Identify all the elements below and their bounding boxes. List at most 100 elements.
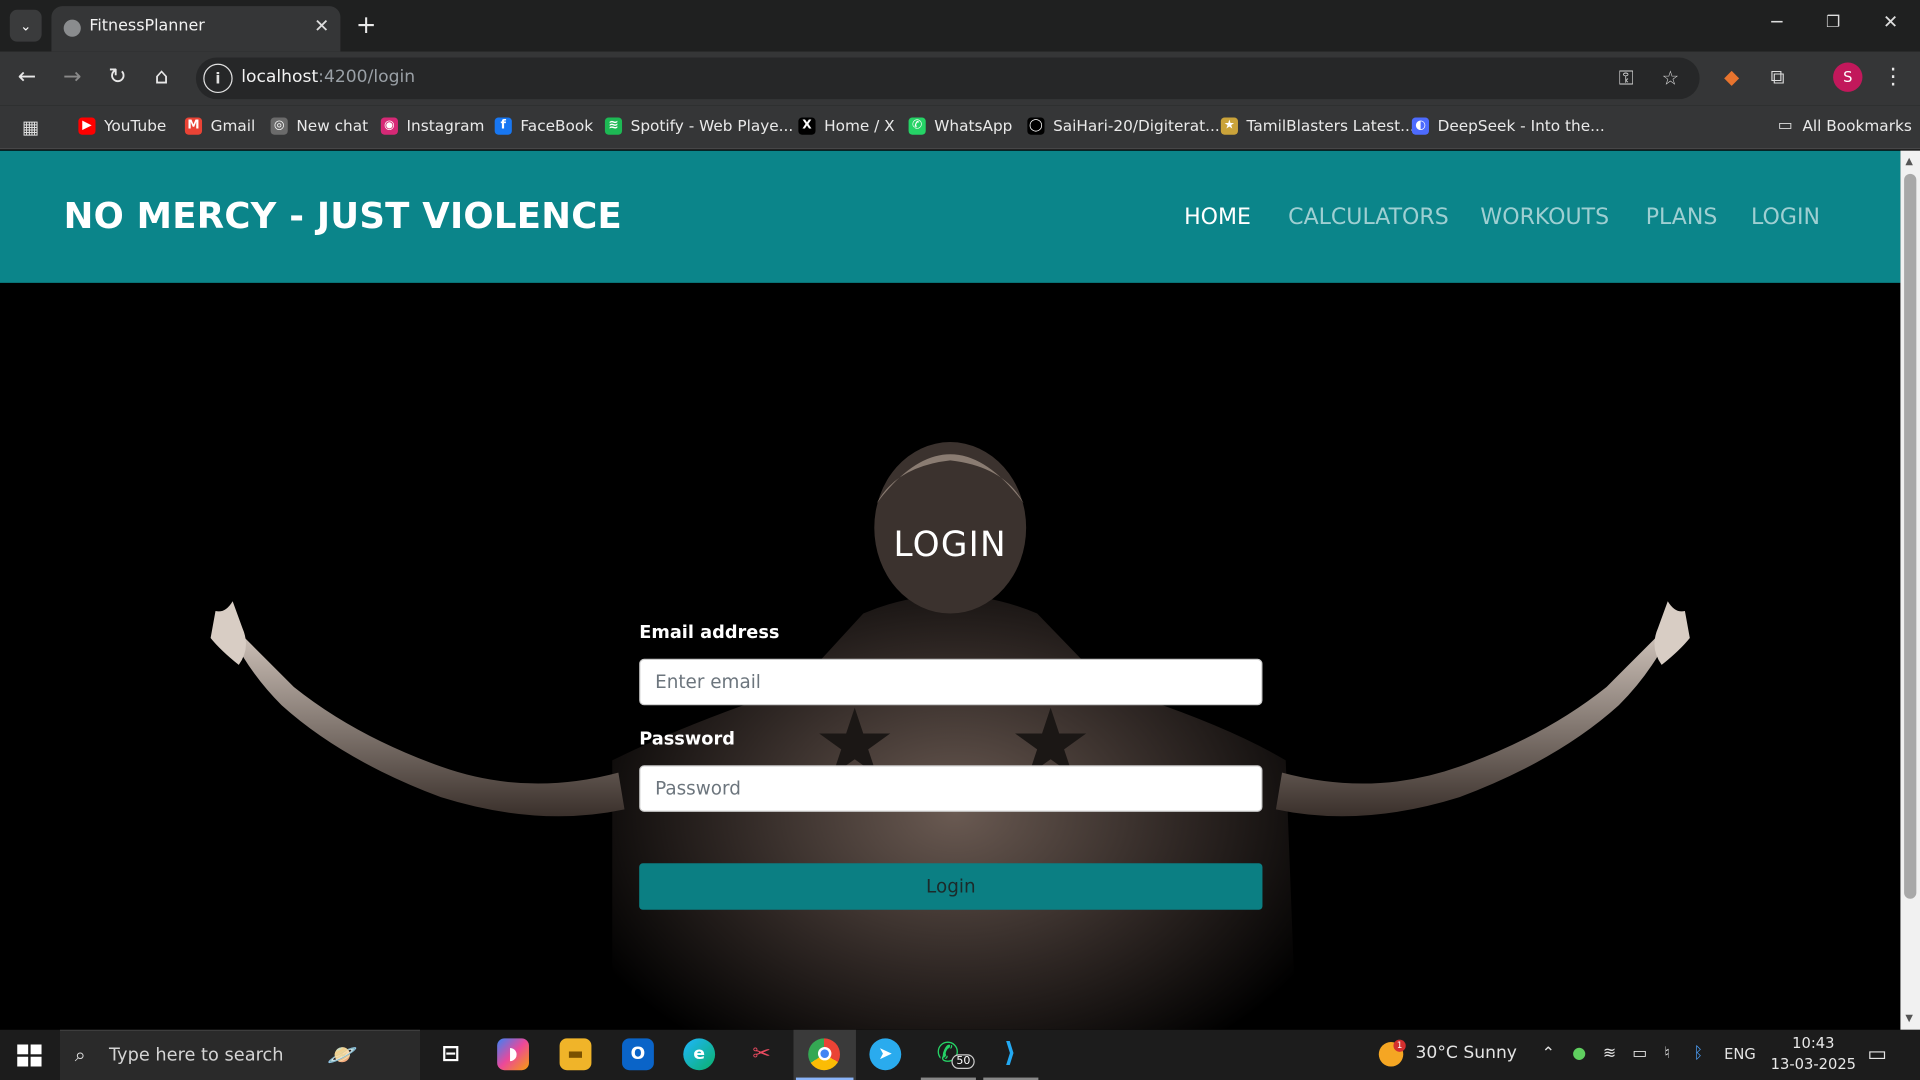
tray-app-icon[interactable]: ● <box>1572 1044 1586 1062</box>
tab-title: FitnessPlanner <box>89 17 205 36</box>
edge-icon[interactable]: e <box>683 1038 716 1071</box>
bookmark-label: New chat <box>296 116 369 135</box>
bookmark-item[interactable]: M Gmail <box>184 116 255 135</box>
home-icon[interactable]: ⌂ <box>147 64 176 90</box>
windows-start-icon[interactable] <box>17 1044 42 1067</box>
bookmark-label: DeepSeek - Into the... <box>1437 116 1605 135</box>
notification-center-icon[interactable]: ▭ <box>1867 1042 1887 1066</box>
bookmark-label: FaceBook <box>520 116 594 135</box>
bookmark-item[interactable]: X Home / X <box>798 116 895 135</box>
web-page: NO MERCY - JUST VIOLENCE HOME CALCULATOR… <box>0 150 1901 1030</box>
bookmark-item[interactable]: ≋ Spotify - Web Playe... <box>604 116 793 135</box>
nav-login[interactable]: LOGIN <box>1751 204 1820 230</box>
tab-close-icon[interactable]: ✕ <box>314 15 329 37</box>
nav-home[interactable]: HOME <box>1184 204 1251 230</box>
scroll-down-arrow-icon[interactable]: ▼ <box>1905 1013 1913 1024</box>
bookmark-favicon-icon: X <box>798 116 816 135</box>
hero-background <box>0 283 1900 1030</box>
minimize-icon[interactable]: ─ <box>1762 11 1791 33</box>
system-clock[interactable]: 10:43 13-03-2025 <box>1771 1033 1856 1075</box>
bookmark-item[interactable]: ★ TamilBlasters Latest... <box>1220 116 1415 135</box>
email-label: Email address <box>639 623 780 643</box>
nav-workouts[interactable]: WORKOUTS <box>1480 204 1609 230</box>
battery-icon[interactable]: ▭ <box>1632 1044 1647 1062</box>
nav-calculators[interactable]: CALCULATORS <box>1288 204 1449 230</box>
new-tab-plus-icon[interactable]: + <box>353 10 380 39</box>
bookmark-favicon-icon: ≋ <box>604 116 623 135</box>
language-indicator[interactable]: ENG <box>1724 1046 1756 1063</box>
back-arrow-icon[interactable]: ← <box>12 64 41 90</box>
login-button[interactable]: Login <box>639 863 1263 910</box>
outlook-icon[interactable]: O <box>622 1038 654 1071</box>
tray-chevron-up-icon[interactable]: ⌃ <box>1542 1044 1555 1062</box>
reload-icon[interactable]: ↻ <box>103 64 132 90</box>
bookmark-label: YouTube <box>104 116 167 135</box>
password-field[interactable]: Password <box>639 765 1263 812</box>
search-icon: ⌕ <box>74 1043 86 1067</box>
weather-alert-badge: 1 <box>1393 1039 1406 1052</box>
file-explorer-icon[interactable]: ▬ <box>559 1038 592 1071</box>
browser-tab[interactable]: FitnessPlanner ✕ <box>51 6 341 52</box>
apps-grid-icon[interactable]: ▦ <box>22 116 39 138</box>
scroll-up-arrow-icon[interactable]: ▲ <box>1905 156 1913 167</box>
search-highlight-planet-icon: 🪐 <box>326 1039 358 1069</box>
extensions-puzzle-icon[interactable]: ⧉ <box>1771 65 1785 89</box>
bookmark-label: WhatsApp <box>934 116 1013 135</box>
clock-time: 10:43 <box>1792 1034 1835 1052</box>
email-field[interactable]: Enter email <box>639 658 1263 706</box>
tab-strip: ⌄ FitnessPlanner ✕ + ─ ❐ ✕ <box>0 0 1920 52</box>
vscode-icon[interactable]: ⟩ <box>994 1038 1026 1070</box>
bluetooth-icon[interactable]: ᛒ <box>1693 1044 1703 1062</box>
bookmark-favicon-icon: ◯ <box>1027 116 1045 135</box>
browser-toolbar: ← → ↻ ⌂ i localhost:4200/login ⚿ ☆ ◆ ⧉ S… <box>0 51 1920 106</box>
chrome-icon[interactable] <box>808 1038 841 1071</box>
url-host: localhost <box>241 67 319 87</box>
whatsapp-badge: 50 <box>951 1054 976 1069</box>
folder-icon: ▭ <box>1777 115 1793 135</box>
bookmark-favicon-icon: ◎ <box>270 116 288 135</box>
forward-arrow-icon[interactable]: → <box>58 64 87 90</box>
taskbar-search-placeholder: Type here to search <box>108 1045 284 1066</box>
all-bookmarks-folder[interactable]: ▭ All Bookmarks <box>1777 116 1912 134</box>
window-close-icon[interactable]: ✕ <box>1876 11 1905 33</box>
site-brand[interactable]: NO MERCY - JUST VIOLENCE <box>64 195 622 237</box>
telegram-icon[interactable]: ➤ <box>869 1038 902 1071</box>
bookmark-item[interactable]: ◎ New chat <box>270 116 369 135</box>
extension-fox-icon[interactable]: ◆ <box>1724 65 1739 88</box>
profile-avatar[interactable]: S <box>1833 62 1863 92</box>
login-title: LOGIN <box>893 524 1007 565</box>
bookmark-item[interactable]: f FaceBook <box>494 116 594 135</box>
weather-text[interactable]: 30°C Sunny <box>1416 1043 1517 1063</box>
microphone-icon[interactable]: ♮ <box>1664 1044 1670 1062</box>
restore-icon[interactable]: ❐ <box>1818 13 1847 31</box>
menu-kebab-icon[interactable]: ⋮ <box>1878 64 1907 90</box>
bookmark-favicon-icon: ✆ <box>908 116 926 135</box>
bookmark-item[interactable]: ✆ WhatsApp <box>908 116 1013 135</box>
bookmark-favicon-icon: ★ <box>1220 116 1238 135</box>
bookmark-item[interactable]: ▶ YouTube <box>78 116 167 135</box>
task-view-icon[interactable]: ⊟ <box>435 1038 467 1070</box>
snipping-tool-icon[interactable]: ✂ <box>746 1038 778 1070</box>
bookmark-star-icon[interactable]: ☆ <box>1662 66 1680 89</box>
bookmark-label: Home / X <box>824 116 895 135</box>
clock-date: 13-03-2025 <box>1770 1055 1857 1073</box>
scrollbar-thumb[interactable] <box>1904 173 1917 899</box>
all-bookmarks-label: All Bookmarks <box>1802 116 1912 135</box>
url-text[interactable]: localhost:4200/login <box>241 67 415 87</box>
bookmark-favicon-icon: f <box>494 116 512 135</box>
bookmark-item[interactable]: ◉ Instagram <box>380 116 485 135</box>
wifi-icon[interactable]: ≋ <box>1603 1044 1616 1062</box>
password-key-icon[interactable]: ⚿ <box>1619 66 1634 90</box>
address-bar[interactable]: i localhost:4200/login ⚿ ☆ <box>195 57 1700 100</box>
tab-search-chevron-icon[interactable]: ⌄ <box>9 9 42 42</box>
bookmark-label: Instagram <box>406 116 485 135</box>
site-info-icon[interactable]: i <box>203 63 233 94</box>
page-scrollbar[interactable]: ▲ ▼ <box>1900 150 1920 1030</box>
bookmark-label: TamilBlasters Latest... <box>1246 116 1415 135</box>
bookmark-item[interactable]: ◐ DeepSeek - Into the... <box>1411 116 1605 135</box>
bookmark-item[interactable]: ◯ SaiHari-20/Digiterat... <box>1027 116 1220 135</box>
bookmark-favicon-icon: ◉ <box>380 116 398 135</box>
taskbar-search[interactable]: ⌕ Type here to search 🪐 <box>60 1029 421 1080</box>
nav-plans[interactable]: PLANS <box>1646 204 1718 230</box>
copilot-icon[interactable]: ◗ <box>497 1038 529 1071</box>
